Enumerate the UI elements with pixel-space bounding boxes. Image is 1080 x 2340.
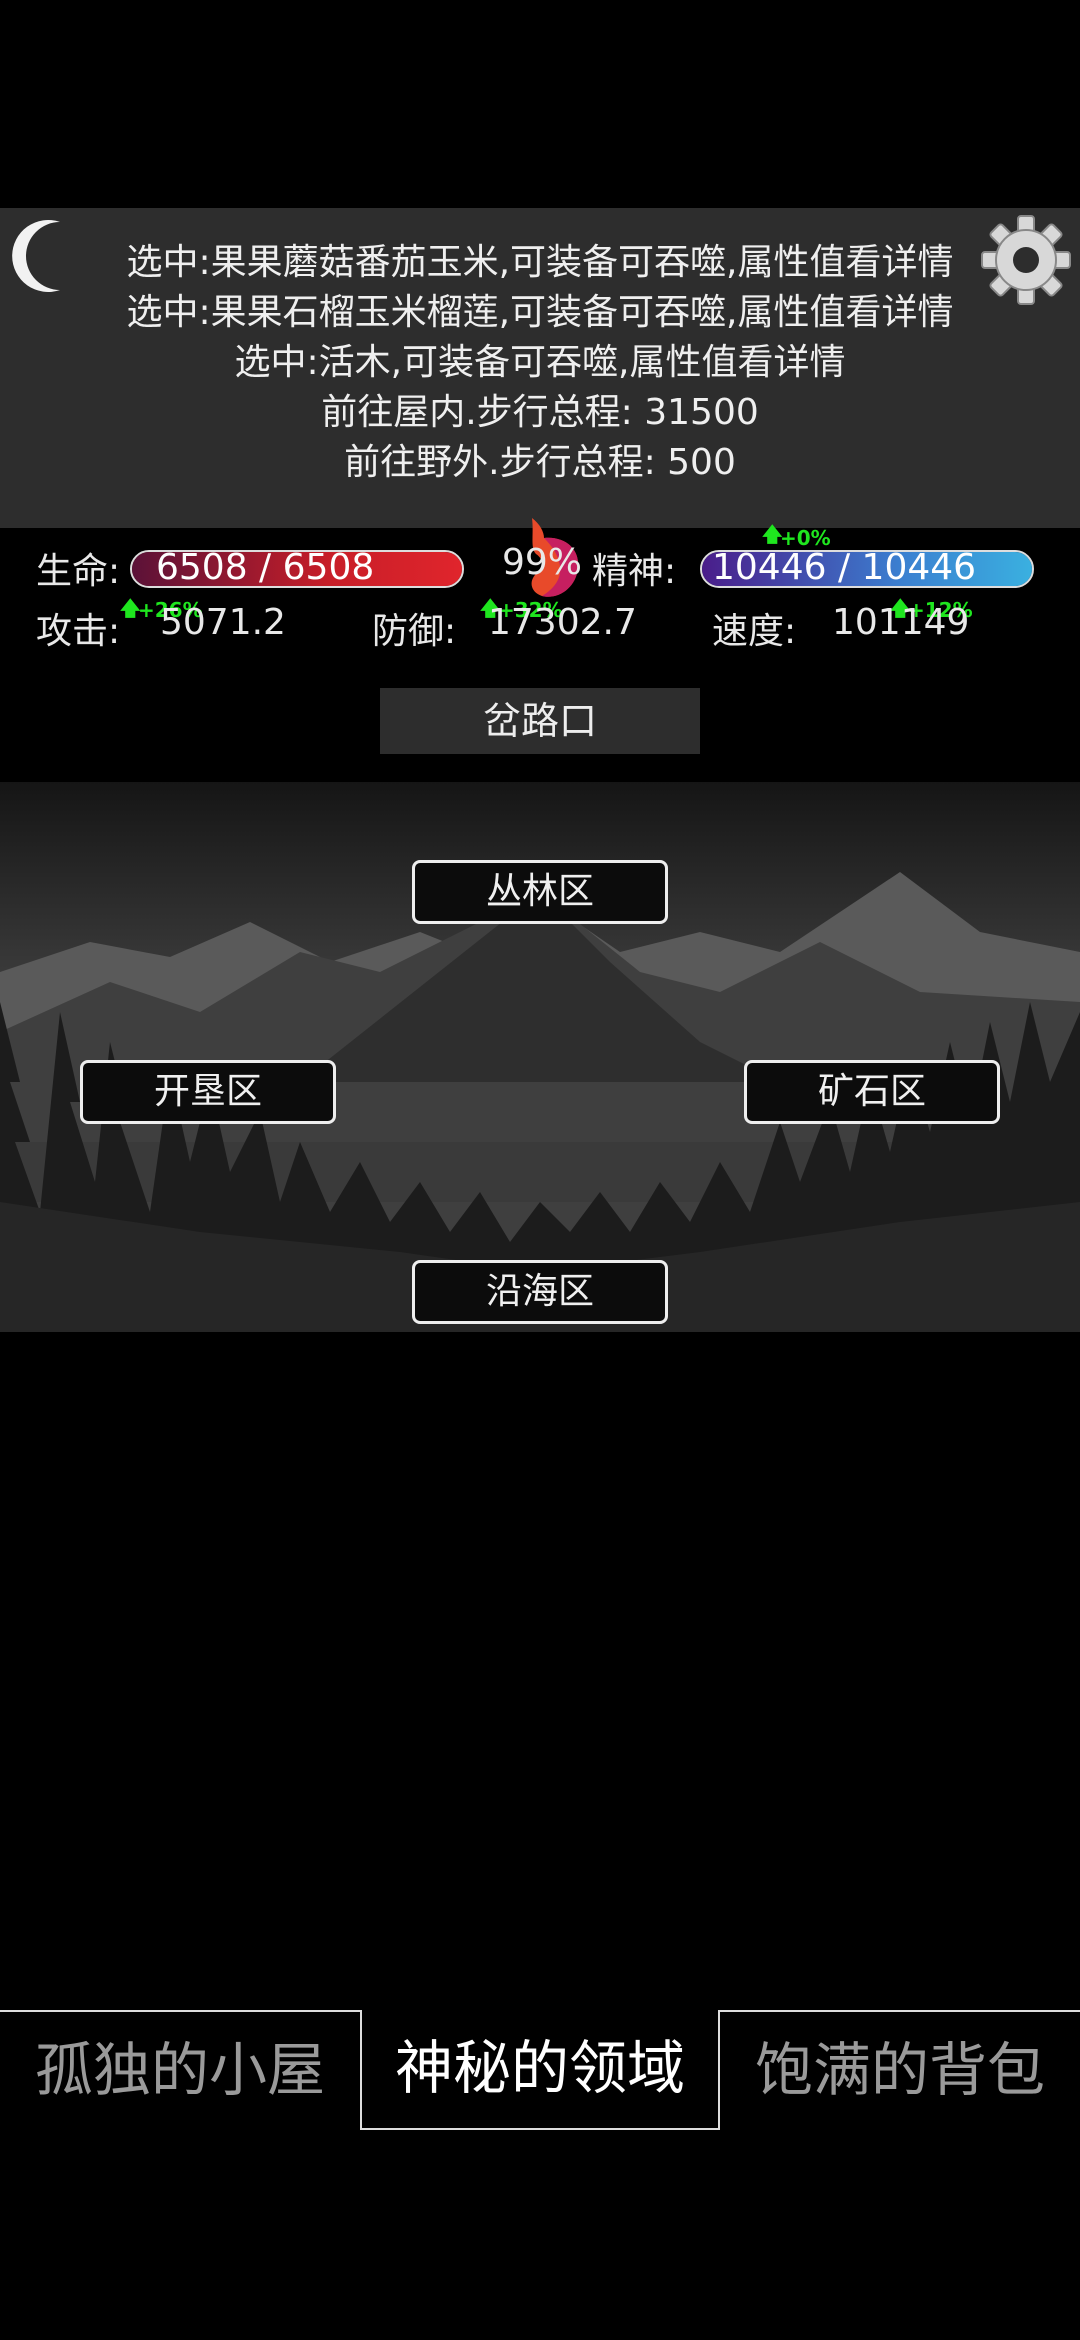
area-button-coast[interactable]: 沿海区 bbox=[412, 1260, 668, 1324]
tab-realm[interactable]: 神秘的领域 bbox=[360, 2010, 720, 2130]
map-scene: 丛林区 开垦区 矿石区 沿海区 bbox=[0, 782, 1080, 1332]
message-log: 选中:果果蘑菇番茄玉米,可装备可吞噬,属性值看详情 选中:果果石榴玉米榴莲,可装… bbox=[0, 208, 1080, 528]
attack-value: 5071.2 bbox=[160, 602, 286, 643]
area-button-mine[interactable]: 矿石区 bbox=[744, 1060, 1000, 1124]
message-line: 选中:活木,可装备可吞噬,属性值看详情 bbox=[234, 342, 846, 383]
speed-label: 速度: bbox=[712, 611, 797, 652]
tab-cabin[interactable]: 孤独的小屋 bbox=[0, 2010, 362, 2130]
moon-icon[interactable] bbox=[8, 216, 78, 296]
spirit-bar: 10446 / 10446 bbox=[700, 550, 1034, 588]
speed-value: 101149 bbox=[832, 602, 970, 643]
message-line: 前往屋内.步行总程: 31500 bbox=[321, 392, 759, 433]
area-button-jungle[interactable]: 丛林区 bbox=[412, 860, 668, 924]
message-line: 选中:果果蘑菇番茄玉米,可装备可吞噬,属性值看详情 bbox=[126, 242, 954, 283]
hp-label: 生命: bbox=[36, 551, 121, 592]
defense-value: 17302.7 bbox=[488, 602, 637, 643]
spirit-label: 精神: bbox=[592, 551, 677, 592]
spirit-value: 10446 / 10446 bbox=[712, 550, 977, 588]
hp-value: 6508 / 6508 bbox=[156, 550, 375, 588]
spirit-gain: +0% bbox=[780, 526, 831, 550]
hp-bar: 6508 / 6508 bbox=[130, 550, 464, 588]
message-line: 选中:果果石榴玉米榴莲,可装备可吞噬,属性值看详情 bbox=[126, 292, 954, 333]
area-button-farmland[interactable]: 开垦区 bbox=[80, 1060, 336, 1124]
gear-icon[interactable] bbox=[976, 210, 1076, 310]
current-location: 岔路口 bbox=[380, 688, 700, 754]
attack-label: 攻击: bbox=[36, 611, 121, 652]
hunger-percent: 99% bbox=[502, 542, 583, 583]
defense-label: 防御: bbox=[372, 611, 457, 652]
tab-backpack[interactable]: 饱满的背包 bbox=[718, 2010, 1080, 2130]
message-line: 前往野外.步行总程: 500 bbox=[344, 442, 736, 483]
